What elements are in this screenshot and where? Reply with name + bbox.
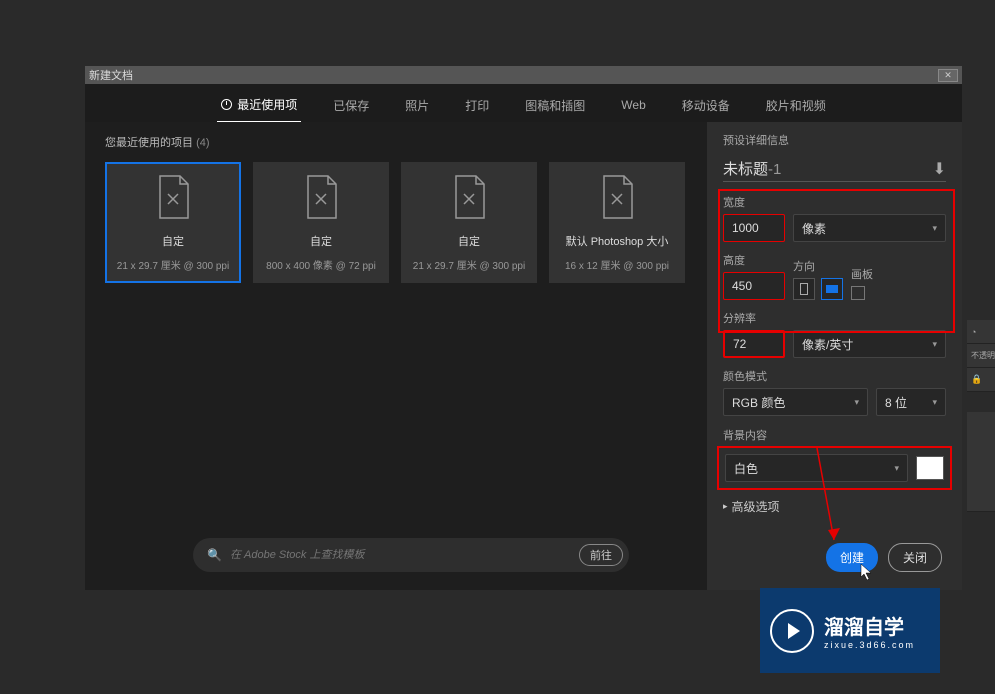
recent-header: 您最近使用的项目 (4) [105,134,687,150]
tab-photo[interactable]: 照片 [401,89,433,122]
search-icon: 🔍 [207,548,222,562]
watermark-title: 溜溜自学 [824,611,915,640]
watermark-url: zixue.3d66.com [824,640,915,650]
label-background: 背景内容 [723,430,767,442]
resolution-input[interactable] [723,330,785,358]
orientation-portrait[interactable] [793,278,815,300]
bg-label: 白色 [734,460,758,477]
side-panel-item [967,412,995,512]
detail-header: 预设详细信息 [723,132,946,148]
advanced-options-toggle[interactable]: ▸ 高级选项 [723,498,946,515]
label-height: 高度 [723,252,785,268]
unit-label: 像素 [802,220,826,237]
bitdepth-select[interactable]: 8 位 ▾ [876,388,946,416]
artboard-checkbox[interactable] [851,286,865,300]
preset-item[interactable]: 自定 21 x 29.7 厘米 @ 300 ppi [401,162,537,283]
unit-label: 像素/英寸 [802,336,853,353]
tab-print[interactable]: 打印 [461,89,493,122]
preset-title: 默认 Photoshop 大小 [566,233,669,249]
label-orientation: 方向 [793,258,843,274]
advanced-label: 高级选项 [732,498,780,515]
orientation-landscape[interactable] [821,278,843,300]
preset-item[interactable]: 默认 Photoshop 大小 16 x 12 厘米 @ 300 ppi [549,162,685,283]
height-input[interactable] [723,272,785,300]
document-icon [302,174,340,225]
docname-suffix: -1 [768,161,781,178]
chevron-down-icon: ▾ [894,463,899,474]
document-icon [154,174,192,225]
tab-mobile[interactable]: 移动设备 [678,89,734,122]
document-icon [450,174,488,225]
preset-subtitle: 16 x 12 厘米 @ 300 ppi [565,257,669,272]
preset-subtitle: 21 x 29.7 厘米 @ 300 ppi [413,257,525,272]
title-bar: 新建文档 ✕ [85,66,962,84]
label-width: 宽度 [723,194,946,210]
background-select[interactable]: 白色 ▾ [725,454,908,482]
resolution-unit-select[interactable]: 像素/英寸 ▾ [793,330,946,358]
preset-item[interactable]: 自定 800 x 400 像素 @ 72 ppi [253,162,389,283]
document-icon [598,174,636,225]
preset-subtitle: 21 x 29.7 厘米 @ 300 ppi [117,257,229,272]
label-resolution: 分辨率 [723,310,946,326]
close-button[interactable]: 关闭 [888,543,942,572]
preset-title: 自定 [162,233,184,249]
new-document-dialog: 新建文档 ✕ 最近使用项 已保存 照片 打印 图稿和插图 Web 移动设备 胶片… [85,66,962,590]
preset-subtitle: 800 x 400 像素 @ 72 ppi [266,257,376,272]
bitdepth-label: 8 位 [885,394,907,411]
stock-search: 🔍 前往 [193,538,629,572]
search-input[interactable] [222,549,579,561]
preset-item[interactable]: 自定 21 x 29.7 厘米 @ 300 ppi [105,162,241,283]
recent-header-label: 您最近使用的项目 [105,137,193,149]
chevron-down-icon: ▾ [854,397,859,408]
side-panel-item: 不透明 [967,344,995,368]
tab-web[interactable]: Web [617,90,649,120]
preset-title: 自定 [458,233,480,249]
label-artboard: 画板 [851,266,873,282]
chevron-right-icon: ▸ [723,501,728,512]
close-icon[interactable]: ✕ [938,69,958,82]
create-button[interactable]: 创建 [826,543,878,572]
tabs-bar: 最近使用项 已保存 照片 打印 图稿和插图 Web 移动设备 胶片和视频 [85,84,962,122]
tab-label: 最近使用项 [237,96,297,113]
recent-count: (4) [196,137,209,149]
document-name[interactable]: 未标题-1 [723,158,781,179]
preset-title: 自定 [310,233,332,249]
side-panel-item: 🔒 [967,368,995,392]
save-preset-icon[interactable]: ⬇ [933,159,946,179]
clock-icon [221,99,232,110]
mode-label: RGB 颜色 [732,394,785,411]
side-panel-item: ◔ [967,320,995,344]
background-panels: ◔ 不透明 🔒 [967,320,995,520]
chevron-down-icon: ▾ [932,339,937,350]
go-button[interactable]: 前往 [579,544,623,566]
watermark: 溜溜自学 zixue.3d66.com [760,588,940,673]
details-panel: 预设详细信息 未标题-1 ⬇ 宽度 像素 ▾ [707,122,962,590]
tab-saved[interactable]: 已保存 [329,89,373,122]
width-input[interactable] [723,214,785,242]
width-unit-select[interactable]: 像素 ▾ [793,214,946,242]
dialog-title: 新建文档 [89,67,133,83]
colormode-select[interactable]: RGB 颜色 ▾ [723,388,868,416]
tab-recent[interactable]: 最近使用项 [217,88,301,123]
tab-illustration[interactable]: 图稿和插图 [521,89,589,122]
chevron-down-icon: ▾ [932,397,937,408]
play-logo-icon [770,609,814,653]
presets-panel: 您最近使用的项目 (4) 自定 21 x 29.7 厘米 @ 300 ppi 自… [85,122,707,590]
docname-base: 未标题 [723,161,768,178]
chevron-down-icon: ▾ [932,223,937,234]
tab-film[interactable]: 胶片和视频 [762,89,830,122]
background-color-swatch[interactable] [916,456,944,480]
label-colormode: 颜色模式 [723,368,946,384]
